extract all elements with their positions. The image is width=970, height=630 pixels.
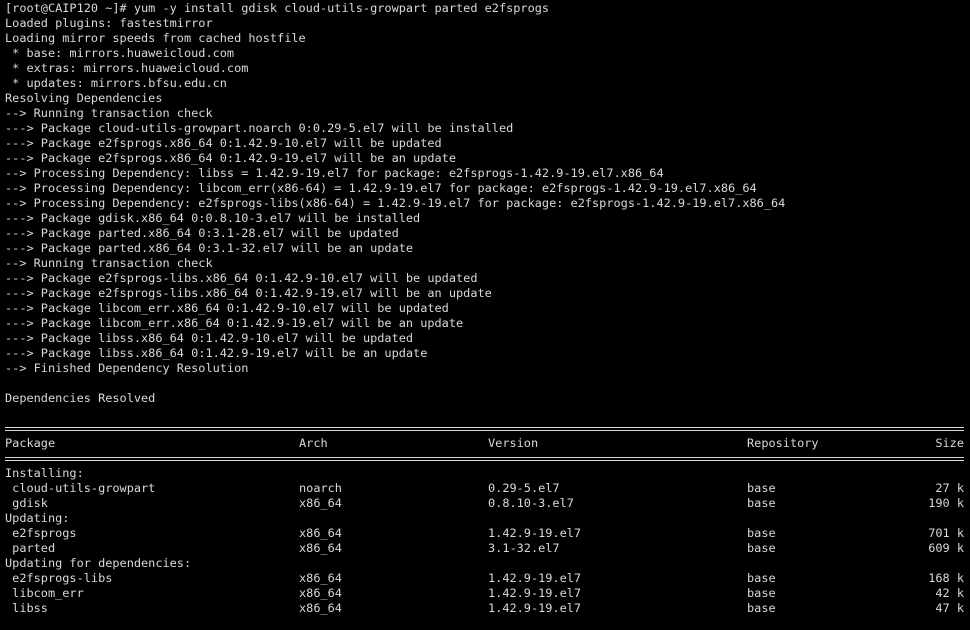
table-row: gdisk x86_64 0.8.10-3.el7 base 190 k: [5, 496, 964, 511]
cell-size: 168 k: [928, 571, 964, 585]
cell-arch: x86_64: [299, 526, 342, 540]
cell-version: 0.29-5.el7: [488, 481, 560, 495]
cell-arch: x86_64: [299, 541, 342, 555]
header-size: Size: [935, 436, 964, 450]
output-line: Loaded plugins: fastestmirror: [5, 16, 213, 30]
cell-repository: base: [747, 541, 776, 555]
cell-version: 1.42.9-19.el7: [488, 571, 582, 585]
output-line: --> Processing Dependency: libcom_err(x8…: [5, 181, 757, 195]
command-line: [root@CAIP120 ~]# yum -y install gdisk c…: [5, 1, 550, 15]
cell-arch: noarch: [299, 481, 342, 495]
output-line: ---> Package libcom_err.x86_64 0:1.42.9-…: [5, 301, 449, 315]
cell-arch: x86_64: [299, 586, 342, 600]
cell-arch: x86_64: [299, 496, 342, 510]
output-line: --> Processing Dependency: libss = 1.42.…: [5, 166, 664, 180]
header-version: Version: [488, 436, 539, 450]
cell-repository: base: [747, 601, 776, 615]
table-row: libcom_err x86_64 1.42.9-19.el7 base 42 k: [5, 586, 964, 601]
output-line: * updates: mirrors.bfsu.edu.cn: [5, 76, 227, 90]
table-separator: [5, 451, 964, 466]
table-row: e2fsprogs-libs x86_64 1.42.9-19.el7 base 168…: [5, 571, 964, 586]
table-section-label: Updating:: [5, 511, 70, 525]
output-line: ---> Package e2fsprogs.x86_64 0:1.42.9-1…: [5, 136, 442, 150]
cell-arch: x86_64: [299, 571, 342, 585]
cell-repository: base: [747, 526, 776, 540]
header-package: Package: [5, 436, 56, 450]
output-line: ---> Package parted.x86_64 0:3.1-32.el7 …: [5, 241, 414, 255]
output-line: ---> Package e2fsprogs.x86_64 0:1.42.9-1…: [5, 151, 457, 165]
cell-version: 0.8.10-3.el7: [488, 496, 574, 510]
cell-repository: base: [747, 586, 776, 600]
output-line: * base: mirrors.huaweicloud.com: [5, 46, 235, 60]
table-section-label: Updating for dependencies:: [5, 556, 192, 570]
output-line: --> Running transaction check: [5, 256, 213, 270]
cell-size: 701 k: [928, 526, 964, 540]
header-repository: Repository: [747, 436, 819, 450]
terminal-window[interactable]: [root@CAIP120 ~]# yum -y install gdisk c…: [0, 0, 970, 630]
cell-size: 609 k: [928, 541, 964, 555]
cell-version: 3.1-32.el7: [488, 541, 560, 555]
output-line: Loading mirror speeds from cached hostfi…: [5, 31, 306, 45]
cell-package: gdisk: [5, 496, 48, 510]
cell-package: parted: [5, 541, 56, 555]
output-line: ---> Package libss.x86_64 0:1.42.9-19.el…: [5, 346, 428, 360]
output-line: * extras: mirrors.huaweicloud.com: [5, 61, 249, 75]
cell-version: 1.42.9-19.el7: [488, 526, 582, 540]
table-row: cloud-utils-growpart noarch 0.29-5.el7 base…: [5, 481, 964, 496]
cell-repository: base: [747, 571, 776, 585]
cell-version: 1.42.9-19.el7: [488, 586, 582, 600]
terminal-output: [root@CAIP120 ~]# yum -y install gdisk c…: [5, 1, 964, 616]
output-line: Dependencies Resolved: [5, 391, 156, 405]
output-line: ---> Package e2fsprogs-libs.x86_64 0:1.4…: [5, 271, 478, 285]
output-line: ---> Package parted.x86_64 0:3.1-28.el7 …: [5, 226, 399, 240]
output-line: Resolving Dependencies: [5, 91, 163, 105]
cell-size: 190 k: [928, 496, 964, 510]
cell-package: cloud-utils-growpart: [5, 481, 156, 495]
cell-package: libcom_err: [5, 586, 84, 600]
output-line: ---> Package cloud-utils-growpart.noarch…: [5, 121, 514, 135]
cell-package: e2fsprogs-libs: [5, 571, 113, 585]
table-row: e2fsprogs x86_64 1.42.9-19.el7 base 701 k: [5, 526, 964, 541]
output-line: ---> Package e2fsprogs-libs.x86_64 0:1.4…: [5, 286, 492, 300]
output-line: --> Processing Dependency: e2fsprogs-lib…: [5, 196, 786, 210]
table-section-label: Installing:: [5, 466, 84, 480]
cell-package: e2fsprogs: [5, 526, 77, 540]
cell-size: 47 k: [935, 601, 964, 615]
cell-version: 1.42.9-19.el7: [488, 601, 582, 615]
header-arch: Arch: [299, 436, 328, 450]
cell-size: 27 k: [935, 481, 964, 495]
output-line: --> Finished Dependency Resolution: [5, 361, 249, 375]
cell-arch: x86_64: [299, 601, 342, 615]
output-line: ---> Package gdisk.x86_64 0:0.8.10-3.el7…: [5, 211, 421, 225]
table-row: libss x86_64 1.42.9-19.el7 base 47 k: [5, 601, 964, 616]
table-row: parted x86_64 3.1-32.el7 base 609 k: [5, 541, 964, 556]
cell-size: 42 k: [935, 586, 964, 600]
output-line: ---> Package libss.x86_64 0:1.42.9-10.el…: [5, 331, 414, 345]
output-line: ---> Package libcom_err.x86_64 0:1.42.9-…: [5, 316, 464, 330]
cell-repository: base: [747, 481, 776, 495]
cell-repository: base: [747, 496, 776, 510]
output-line: --> Running transaction check: [5, 106, 213, 120]
table-separator: [5, 421, 964, 436]
cell-package: libss: [5, 601, 48, 615]
table-header: Package Arch Version Repository Size: [5, 436, 964, 451]
